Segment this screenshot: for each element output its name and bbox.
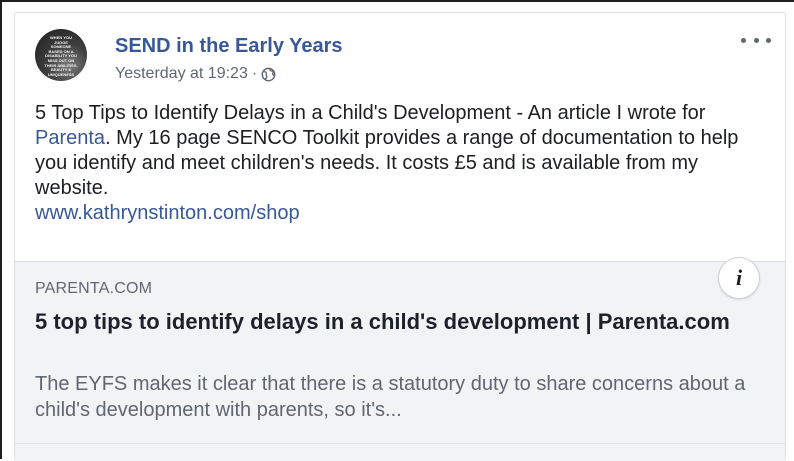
info-icon: i <box>735 265 743 290</box>
page-avatar[interactable]: WHEN YOU JUDGE SOMEONE BASED ON A DISABI… <box>35 29 87 81</box>
more-dot <box>741 37 746 43</box>
parenta-mention-link[interactable]: Parenta <box>35 127 105 149</box>
post-card: WHEN YOU JUDGE SOMEONE BASED ON A DISABI… <box>14 12 786 461</box>
more-dot <box>753 37 759 43</box>
globe-icon[interactable] <box>261 67 276 82</box>
post-message: 5 Top Tips to Identify Delays in a Child… <box>35 101 763 226</box>
preview-divider <box>15 443 785 444</box>
meta-separator: · <box>251 65 258 82</box>
more-dot <box>766 37 771 43</box>
post-text-part1: 5 Top Tips to Identify Delays in a Child… <box>35 102 706 124</box>
website-link[interactable]: www.kathrynstinton.com/shop <box>35 202 300 224</box>
more-options-button[interactable] <box>741 31 771 49</box>
post-meta: Yesterday at 19:23 · <box>115 65 276 83</box>
avatar-caption: WHEN YOU JUDGE SOMEONE BASED ON A DISABI… <box>44 35 78 77</box>
preview-domain: PARENTA.COM <box>35 280 153 297</box>
preview-title[interactable]: 5 top tips to identify delays in a child… <box>35 307 755 336</box>
post-timestamp[interactable]: Yesterday at 19:23 <box>115 65 248 83</box>
page-name-link[interactable]: SEND in the Early Years <box>115 35 343 58</box>
post-text-part2: . My 16 page SENCO Toolkit provides a ra… <box>35 127 739 199</box>
info-button[interactable]: i <box>718 257 760 299</box>
preview-description: The EYFS makes it clear that there is a … <box>35 373 746 421</box>
